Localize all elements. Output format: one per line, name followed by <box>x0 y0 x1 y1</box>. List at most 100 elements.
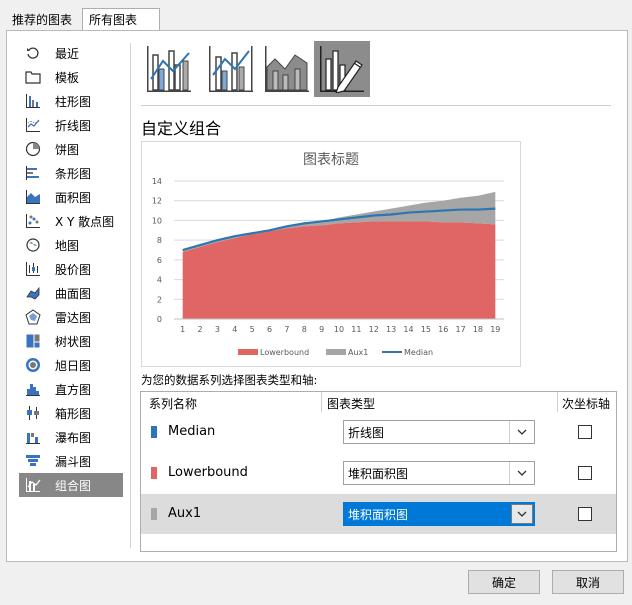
series-name: Aux1 <box>168 506 202 521</box>
sidebar-item-stock-chart[interactable]: 股价图 <box>19 257 123 281</box>
x-tick-label: 16 <box>438 325 448 334</box>
sidebar-item-waterfall-chart[interactable]: 瀑布图 <box>19 425 123 449</box>
funnel-chart-icon <box>25 453 41 469</box>
sidebar-item-label: 面积图 <box>55 190 92 205</box>
sidebar-item-label: 旭日图 <box>55 358 92 373</box>
column-line-secondary-axis-icon <box>209 46 253 92</box>
waterfall-chart-icon <box>25 429 41 445</box>
x-tick-label: 13 <box>386 325 396 334</box>
sidebar-item-recent[interactable]: 最近 <box>19 41 123 65</box>
series-row[interactable]: Aux1 堆积面积图 <box>141 494 616 534</box>
box-whisker-chart-icon <box>25 405 41 421</box>
treemap-chart-icon <box>25 333 41 349</box>
chevron-down-icon[interactable] <box>511 504 533 524</box>
stacked-area-column-button[interactable] <box>259 41 315 97</box>
sidebar-item-label: 模板 <box>55 70 80 85</box>
legend-label: Lowerbound <box>260 348 309 357</box>
sidebar-item-label: 饼图 <box>55 142 80 157</box>
y-tick-label: 6 <box>157 256 162 265</box>
clustered-column-line-button[interactable] <box>141 41 197 97</box>
series-color-swatch <box>151 426 157 438</box>
series-type-grid: 系列名称 图表类型 次坐标轴 Median 折线图 Lowerbound 堆积面积图 A… <box>140 391 617 552</box>
chart-type-dropdown[interactable]: 堆积面积图 <box>343 502 535 526</box>
sidebar-item-label: 箱形图 <box>55 406 92 421</box>
sidebar-item-treemap-chart[interactable]: 树状图 <box>19 329 123 353</box>
folder-icon <box>25 69 41 85</box>
sidebar-item-scatter-chart[interactable]: X Y 散点图 <box>19 209 123 233</box>
sidebar-item-label: 直方图 <box>55 382 92 397</box>
y-tick-label: 8 <box>157 236 162 245</box>
series-name: Lowerbound <box>168 465 248 480</box>
chart-type-dropdown[interactable]: 折线图 <box>343 420 535 444</box>
chart-type-value: 折线图 <box>348 426 385 440</box>
secondary-axis-checkbox[interactable] <box>578 507 592 521</box>
sidebar-item-label: X Y 散点图 <box>55 214 115 229</box>
secondary-axis-checkbox[interactable] <box>578 425 592 439</box>
chart-preview: 图表标题 0 2 4 6 8 10 12 14 1 2 3 4 5 6 7 8 9 10 11 12 13 14 15 16 1… <box>141 141 521 367</box>
clustered-column-line-icon <box>147 46 191 92</box>
column-divider <box>321 392 322 412</box>
sidebar-item-folder[interactable]: 模板 <box>19 65 123 89</box>
custom-combination-button[interactable] <box>314 41 370 97</box>
scatter-chart-icon <box>25 213 41 229</box>
sidebar-item-radar-chart[interactable]: 雷达图 <box>19 305 123 329</box>
sidebar-item-combo-chart[interactable]: 组合图 <box>19 473 123 497</box>
legend-label: Aux1 <box>348 348 368 357</box>
chart-title: 图表标题 <box>303 152 359 168</box>
series-row[interactable]: Lowerbound 堆积面积图 <box>141 453 616 493</box>
sidebar-item-map-chart[interactable]: 地图 <box>19 233 123 257</box>
x-tick-label: 1 <box>180 325 185 334</box>
sidebar-item-area-chart[interactable]: 面积图 <box>19 185 123 209</box>
secondary-axis-checkbox[interactable] <box>578 466 592 480</box>
sidebar-item-label: 雷达图 <box>55 310 92 325</box>
x-tick-label: 2 <box>198 325 203 334</box>
sidebar-item-surface-chart[interactable]: 曲面图 <box>19 281 123 305</box>
sidebar-item-column-chart[interactable]: 柱形图 <box>19 89 123 113</box>
series-name: Median <box>168 424 216 439</box>
chevron-down-icon[interactable] <box>509 421 534 443</box>
x-tick-label: 4 <box>232 325 237 334</box>
sidebar-item-label: 曲面图 <box>55 286 92 301</box>
sidebar-item-line-chart[interactable]: 折线图 <box>19 113 123 137</box>
sidebar-item-label: 组合图 <box>55 478 92 493</box>
chevron-down-icon[interactable] <box>509 462 534 484</box>
sidebar-item-pie-chart[interactable]: 饼图 <box>19 137 123 161</box>
x-tick-label: 14 <box>403 325 413 334</box>
ok-button[interactable]: 确定 <box>468 570 540 594</box>
chart-type-value: 堆积面积图 <box>348 467 409 481</box>
x-tick-label: 7 <box>284 325 289 334</box>
sunburst-chart-icon <box>25 357 41 373</box>
histogram-chart-icon <box>25 381 41 397</box>
cancel-button[interactable]: 取消 <box>552 570 624 594</box>
tab-all-charts[interactable]: 所有图表 <box>82 8 160 31</box>
y-tick-label: 2 <box>157 295 162 304</box>
bar-chart-icon <box>25 165 41 181</box>
series-row[interactable]: Median 折线图 <box>141 412 616 452</box>
surface-chart-icon <box>25 285 41 301</box>
header-secondary-axis: 次坐标轴 <box>562 397 611 411</box>
sidebar-item-sunburst-chart[interactable]: 旭日图 <box>19 353 123 377</box>
sidebar-item-label: 股价图 <box>55 262 92 277</box>
header-chart-type: 图表类型 <box>327 397 376 411</box>
stacked-area-column-icon <box>265 46 309 92</box>
column-divider <box>557 392 558 412</box>
line-chart-icon <box>25 117 41 133</box>
series-color-swatch <box>151 508 157 520</box>
tab-recommended-charts[interactable]: 推荐的图表 <box>6 10 90 30</box>
sidebar-item-histogram-chart[interactable]: 直方图 <box>19 377 123 401</box>
column-chart-icon <box>25 93 41 109</box>
legend-label: Median <box>404 348 433 357</box>
series-lowerbound-area <box>182 221 496 319</box>
sidebar-item-box-whisker-chart[interactable]: 箱形图 <box>19 401 123 425</box>
sidebar-item-label: 树状图 <box>55 334 92 349</box>
chart-type-dropdown[interactable]: 堆积面积图 <box>343 461 535 485</box>
series-color-swatch <box>151 467 157 479</box>
sidebar-item-bar-chart[interactable]: 条形图 <box>19 161 123 185</box>
x-tick-label: 9 <box>319 325 324 334</box>
chart-type-value: 堆积面积图 <box>348 508 409 522</box>
y-tick-label: 10 <box>152 216 162 225</box>
custom-combination-icon <box>320 46 364 93</box>
x-tick-label: 17 <box>455 325 465 334</box>
column-line-secondary-axis-button[interactable] <box>203 41 259 97</box>
sidebar-item-funnel-chart[interactable]: 漏斗图 <box>19 449 123 473</box>
